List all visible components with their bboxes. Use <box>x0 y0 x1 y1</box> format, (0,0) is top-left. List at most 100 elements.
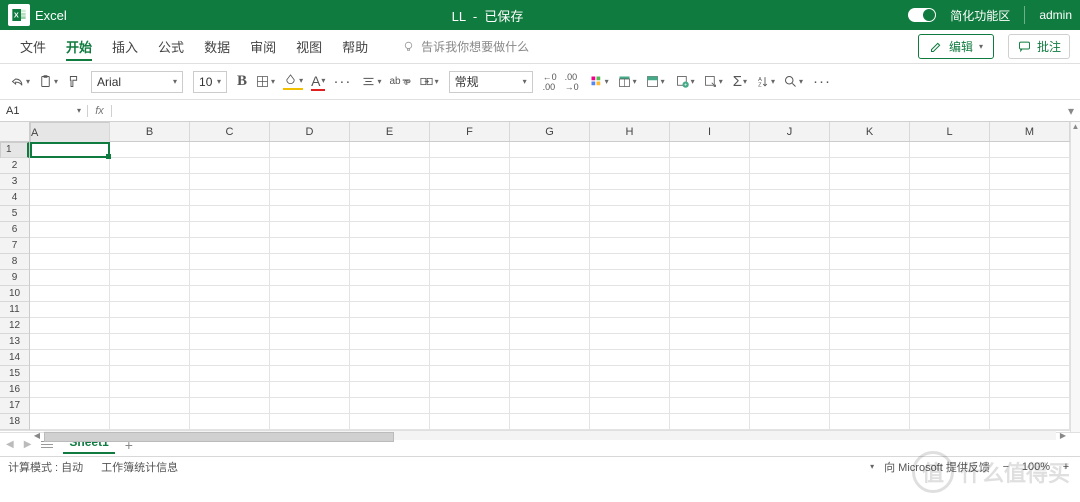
cell[interactable] <box>830 414 910 430</box>
cell[interactable] <box>350 414 430 430</box>
cell[interactable] <box>830 222 910 238</box>
cell[interactable] <box>510 270 590 286</box>
cell[interactable] <box>110 414 190 430</box>
cell[interactable] <box>350 142 430 158</box>
column-header[interactable]: D <box>270 122 350 141</box>
conditional-format-button[interactable]: ▾ <box>589 74 609 89</box>
cell[interactable] <box>990 350 1070 366</box>
cell[interactable] <box>270 398 350 414</box>
cell[interactable] <box>670 206 750 222</box>
cell[interactable] <box>670 142 750 158</box>
cell[interactable] <box>590 142 670 158</box>
cell[interactable] <box>910 302 990 318</box>
cell[interactable] <box>190 270 270 286</box>
row-header[interactable]: 15 <box>0 366 29 382</box>
cell[interactable] <box>30 190 110 206</box>
cell[interactable] <box>670 174 750 190</box>
cell[interactable] <box>910 382 990 398</box>
cell[interactable] <box>430 398 510 414</box>
row-header[interactable]: 11 <box>0 302 29 318</box>
cell[interactable] <box>270 302 350 318</box>
cell[interactable] <box>830 350 910 366</box>
cell[interactable] <box>990 142 1070 158</box>
cell[interactable] <box>430 334 510 350</box>
cell[interactable] <box>510 350 590 366</box>
cell[interactable] <box>270 318 350 334</box>
cell[interactable] <box>670 190 750 206</box>
cell[interactable] <box>590 158 670 174</box>
column-header[interactable]: K <box>830 122 910 141</box>
zoom-out-button[interactable]: − <box>1000 461 1012 473</box>
cell[interactable] <box>270 158 350 174</box>
tab-view[interactable]: 视图 <box>286 30 332 64</box>
scroll-left-icon[interactable]: ◀ <box>30 431 44 440</box>
hscroll-thumb[interactable] <box>44 432 394 442</box>
cell[interactable] <box>430 158 510 174</box>
column-header[interactable]: L <box>910 122 990 141</box>
cell[interactable] <box>190 302 270 318</box>
cell[interactable] <box>990 302 1070 318</box>
cell[interactable] <box>30 334 110 350</box>
cell[interactable] <box>990 286 1070 302</box>
cell[interactable] <box>350 190 430 206</box>
cell[interactable] <box>750 142 830 158</box>
tab-insert[interactable]: 插入 <box>102 30 148 64</box>
cell[interactable] <box>30 222 110 238</box>
name-box[interactable]: A1▾ <box>0 105 88 117</box>
cell[interactable] <box>350 350 430 366</box>
cell[interactable] <box>670 158 750 174</box>
cell[interactable] <box>30 286 110 302</box>
cell[interactable] <box>750 366 830 382</box>
cell[interactable] <box>110 302 190 318</box>
cell[interactable] <box>350 334 430 350</box>
row-header[interactable]: 2 <box>0 158 29 174</box>
feedback-link[interactable]: 向 Microsoft 提供反馈 <box>884 459 990 475</box>
cell[interactable] <box>510 142 590 158</box>
cell[interactable] <box>270 206 350 222</box>
row-header[interactable]: 1 <box>0 142 29 158</box>
cell[interactable] <box>430 238 510 254</box>
cell[interactable] <box>430 350 510 366</box>
cell[interactable] <box>190 334 270 350</box>
cell[interactable] <box>750 350 830 366</box>
cell[interactable] <box>750 286 830 302</box>
cell[interactable] <box>750 334 830 350</box>
cell[interactable] <box>270 174 350 190</box>
cell[interactable] <box>190 222 270 238</box>
cell[interactable] <box>350 158 430 174</box>
row-header[interactable]: 17 <box>0 398 29 414</box>
cell[interactable] <box>510 302 590 318</box>
cell[interactable] <box>350 382 430 398</box>
increase-decimal-button[interactable]: ←0.00 <box>543 72 557 92</box>
column-header[interactable]: G <box>510 122 590 141</box>
row-header[interactable]: 12 <box>0 318 29 334</box>
cell[interactable] <box>910 334 990 350</box>
cell[interactable] <box>670 286 750 302</box>
cell[interactable] <box>750 398 830 414</box>
cell[interactable] <box>430 382 510 398</box>
cell[interactable] <box>830 174 910 190</box>
cell[interactable] <box>30 350 110 366</box>
cell[interactable] <box>350 206 430 222</box>
sheet-nav-prev[interactable]: ◀ <box>6 439 14 450</box>
cell[interactable] <box>910 142 990 158</box>
cell[interactable] <box>590 254 670 270</box>
zoom-in-button[interactable]: + <box>1060 461 1072 473</box>
cell[interactable] <box>670 222 750 238</box>
cell[interactable] <box>830 270 910 286</box>
cell[interactable] <box>350 270 430 286</box>
cell[interactable] <box>670 398 750 414</box>
sort-filter-button[interactable]: AZ▾ <box>755 74 775 89</box>
cell[interactable] <box>750 382 830 398</box>
cell[interactable] <box>270 142 350 158</box>
cell[interactable] <box>830 398 910 414</box>
cell[interactable] <box>910 286 990 302</box>
cell[interactable] <box>910 174 990 190</box>
fx-button[interactable]: fx <box>88 105 112 117</box>
cell[interactable] <box>830 238 910 254</box>
cell[interactable] <box>30 398 110 414</box>
cell[interactable] <box>830 254 910 270</box>
cell[interactable] <box>510 414 590 430</box>
cell[interactable] <box>830 190 910 206</box>
cell[interactable] <box>430 414 510 430</box>
